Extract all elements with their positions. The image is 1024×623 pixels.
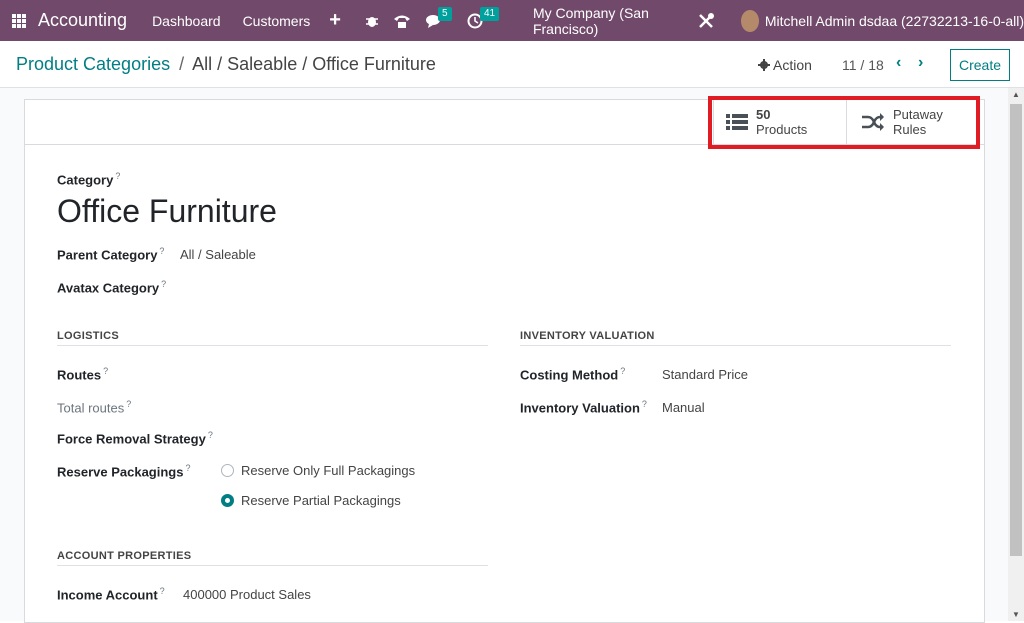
account-properties-section-title: ACCOUNT PROPERTIES (57, 550, 488, 566)
pager-value[interactable]: 11 / 18 (842, 57, 884, 73)
breadcrumb-separator: / (179, 54, 185, 74)
top-navbar: Accounting Dashboard Customers + 5 41 My… (0, 0, 1024, 41)
user-avatar[interactable] (741, 9, 759, 32)
reserve-full-radio[interactable] (221, 464, 234, 477)
more-menu-plus[interactable]: + (329, 9, 341, 32)
logistics-section-title: LOGISTICS (57, 330, 488, 346)
category-name-title[interactable]: Office Furniture (57, 193, 277, 230)
pager-previous-icon[interactable]: ‹ (896, 54, 901, 72)
force-removal-strategy-label: Force Removal Strategy? (57, 430, 213, 447)
reserve-partial-radio[interactable] (221, 494, 234, 507)
messages-badge: 5 (437, 6, 452, 21)
category-label: Category? (57, 171, 121, 188)
scrollbar-thumb[interactable] (1010, 104, 1022, 556)
costing-method-field[interactable]: Standard Price (662, 367, 748, 382)
apps-menu-icon[interactable] (12, 13, 26, 28)
user-menu[interactable]: Mitchell Admin dsdaa (22732213-16-0-all) (765, 13, 1024, 29)
pager-next-icon[interactable]: › (918, 54, 923, 72)
action-menu-button[interactable]: Action (758, 57, 812, 73)
breadcrumb-current: All / Saleable / Office Furniture (192, 54, 436, 74)
company-switcher[interactable]: My Company (San Francisco) (533, 5, 680, 37)
income-account-label: Income Account? (57, 586, 165, 603)
annotation-highlight-box (708, 96, 980, 149)
scroll-down-arrow-icon[interactable]: ▼ (1012, 610, 1020, 619)
routes-label: Routes? (57, 366, 109, 383)
breadcrumb: Product Categories / All / Saleable / Of… (16, 54, 436, 75)
messages-icon[interactable]: 5 (425, 6, 452, 29)
action-label: Action (773, 57, 812, 73)
avatax-category-label: Avatax Category? (57, 279, 167, 296)
gear-icon (758, 59, 770, 71)
parent-category-field[interactable]: All / Saleable (180, 247, 256, 262)
inventory-valuation-label: Inventory Valuation? (520, 399, 647, 416)
reserve-packagings-label: Reserve Packagings? (57, 463, 191, 480)
create-button[interactable]: Create (950, 49, 1010, 81)
phone-icon[interactable] (393, 13, 411, 29)
menu-customers[interactable]: Customers (243, 13, 311, 29)
income-account-field[interactable]: 400000 Product Sales (183, 587, 311, 602)
bug-icon[interactable] (365, 14, 379, 28)
breadcrumb-product-categories[interactable]: Product Categories (16, 54, 170, 74)
form-sheet: 50 Products Putaway Rules (24, 99, 985, 623)
parent-category-label: Parent Category? (57, 246, 165, 263)
costing-method-label: Costing Method? (520, 366, 626, 383)
control-panel: Product Categories / All / Saleable / Of… (0, 41, 1024, 88)
reserve-partial-label[interactable]: Reserve Partial Packagings (241, 493, 401, 508)
scroll-up-arrow-icon[interactable]: ▲ (1012, 90, 1020, 99)
tools-icon[interactable] (697, 12, 715, 30)
inventory-valuation-section-title: INVENTORY VALUATION (520, 330, 951, 346)
menu-dashboard[interactable]: Dashboard (152, 13, 221, 29)
total-routes-label: Total routes? (57, 399, 132, 416)
activities-badge: 41 (479, 6, 500, 21)
activities-clock-icon[interactable]: 41 (467, 6, 500, 29)
reserve-full-label[interactable]: Reserve Only Full Packagings (241, 463, 415, 478)
app-name[interactable]: Accounting (38, 10, 127, 31)
inventory-valuation-field[interactable]: Manual (662, 400, 705, 415)
